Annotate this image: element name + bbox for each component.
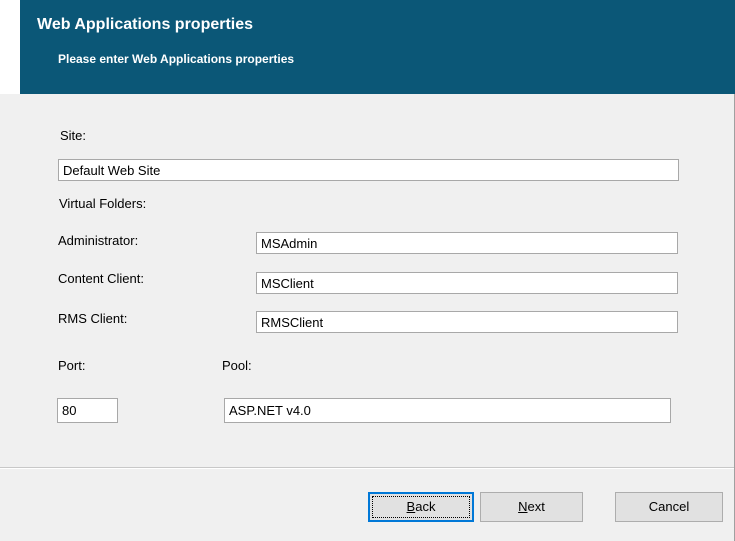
page-title: Web Applications properties bbox=[37, 16, 254, 33]
back-button-label: ack bbox=[415, 499, 436, 514]
next-button-label: ext bbox=[527, 499, 545, 514]
wizard-header: Web Applications properties Please enter… bbox=[20, 0, 735, 94]
next-button-mnemonic: N bbox=[518, 499, 528, 514]
rms-client-input[interactable] bbox=[256, 311, 678, 333]
site-input[interactable] bbox=[58, 159, 679, 181]
back-button[interactable]: Back bbox=[368, 492, 474, 522]
footer-divider-highlight bbox=[0, 468, 734, 469]
port-input[interactable] bbox=[57, 398, 118, 423]
header-left-strip bbox=[0, 0, 20, 94]
wizard-dialog: Web Applications properties Please enter… bbox=[0, 0, 735, 541]
port-label: Port: bbox=[58, 358, 86, 373]
back-button-mnemonic: B bbox=[406, 499, 416, 514]
content-client-label: Content Client: bbox=[58, 271, 144, 286]
administrator-input[interactable] bbox=[256, 232, 678, 254]
page-subtitle: Please enter Web Applications properties bbox=[58, 52, 295, 66]
pool-label: Pool: bbox=[222, 358, 252, 373]
administrator-label: Administrator: bbox=[58, 233, 139, 248]
cancel-button[interactable]: Cancel bbox=[615, 492, 723, 522]
rms-client-label: RMS Client: bbox=[58, 311, 128, 326]
next-button[interactable]: Next bbox=[480, 492, 583, 522]
virtual-folders-label: Virtual Folders: bbox=[59, 196, 147, 211]
site-label: Site: bbox=[60, 128, 87, 143]
content-client-input[interactable] bbox=[256, 272, 678, 294]
pool-input[interactable] bbox=[224, 398, 671, 423]
